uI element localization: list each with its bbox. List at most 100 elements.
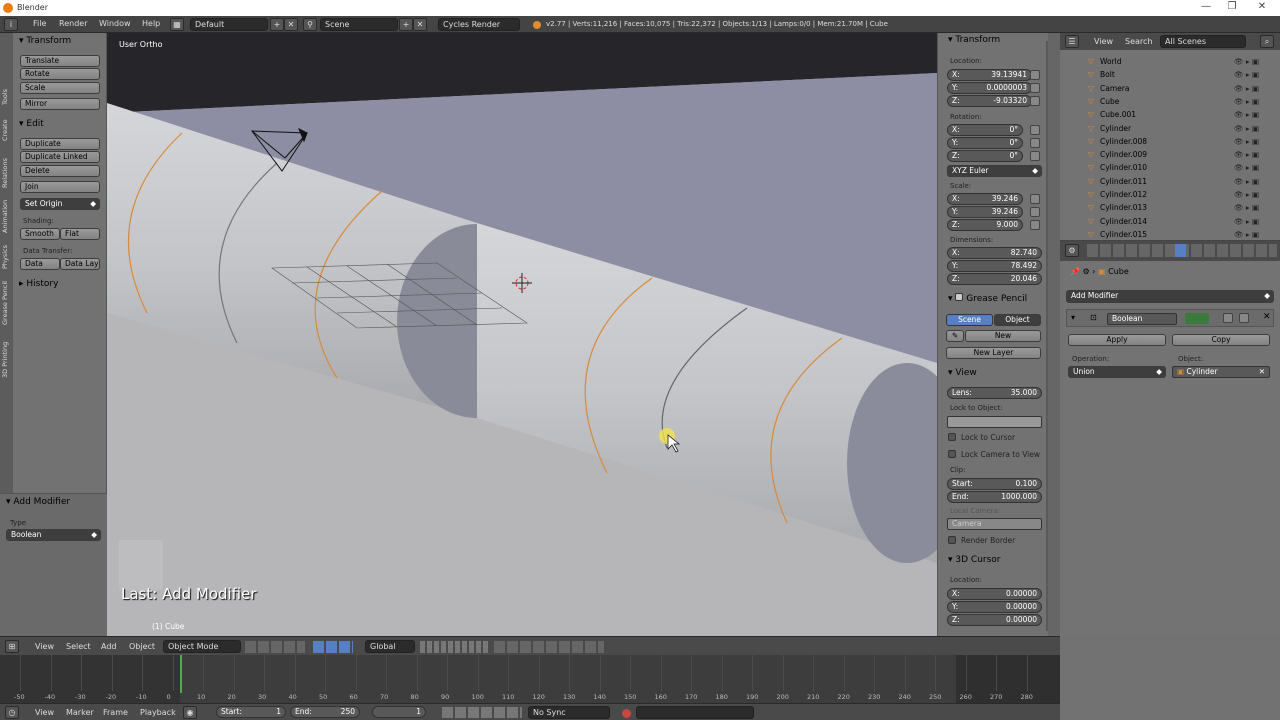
timeline-menu-frame[interactable]: Frame [103,708,128,717]
visibility-icons[interactable]: 👁 ▸ ▣ [1234,122,1259,135]
add-screen-icon[interactable]: + [270,18,284,31]
visibility-icons[interactable]: 👁 ▸ ▣ [1234,95,1259,108]
tab-create[interactable]: Create [1,119,9,141]
shading-pivot-buttons[interactable] [245,641,305,653]
render-border-checkbox[interactable] [948,536,956,544]
outliner-item[interactable]: ▽ Cube 👁 ▸ ▣ [1060,95,1280,108]
timeline-menu-playback[interactable]: Playback [140,708,176,717]
playback-controls[interactable] [442,707,522,718]
duplicate-linked-button[interactable]: Duplicate Linked [20,151,100,163]
visibility-icons[interactable]: 👁 ▸ ▣ [1234,68,1259,81]
cursor-z-field[interactable]: Z: 0.00000 [947,614,1042,626]
history-panel-header[interactable]: ▸ History [19,277,58,291]
layer-buttons[interactable] [420,641,490,653]
visibility-icons[interactable]: 👁 ▸ ▣ [1234,135,1259,148]
mode-dropdown[interactable]: Object Mode [163,640,241,653]
clip-start-field[interactable]: Start: 0.100 [947,478,1042,490]
clip-end-field[interactable]: End: 1000.000 [947,491,1042,503]
manipulator-buttons[interactable] [313,641,353,653]
scale-button[interactable]: Scale [20,82,100,94]
transform-props-header[interactable]: ▾ Transform [948,33,1000,47]
visibility-icons[interactable]: 👁 ▸ ▣ [1234,188,1259,201]
visibility-icons[interactable]: 👁 ▸ ▣ [1234,108,1259,121]
translate-button[interactable]: Translate [20,55,100,67]
tab-animation[interactable]: Animation [1,200,9,233]
close-icon[interactable]: ✕ [1252,1,1272,12]
modifier-visibility-toggles[interactable] [1185,313,1209,324]
location-y-field[interactable]: Y: 0.0000003 [947,82,1032,94]
snap-render-buttons[interactable] [494,641,604,653]
rotation-z-field[interactable]: Z: 0° [947,150,1023,162]
view-editor-type-icon[interactable]: ⊞ [5,640,19,653]
visibility-icons[interactable]: 👁 ▸ ▣ [1234,201,1259,214]
lock-icon[interactable] [1030,138,1040,148]
outliner-item[interactable]: ▽ Cylinder.014 👁 ▸ ▣ [1060,215,1280,228]
operation-dropdown[interactable]: Union ◆ [1068,366,1166,378]
modifier-tab-icon[interactable] [1175,244,1186,257]
outliner-editor-type-icon[interactable]: ☰ [1065,35,1079,48]
tab-grease-pencil[interactable]: Grease Pencil [1,281,9,325]
lock-icon[interactable] [1030,194,1040,204]
menu-help[interactable]: Help [142,19,160,28]
grease-pencil-header[interactable]: ▾ Grease Pencil [948,292,1027,306]
gp-pencil-icon[interactable]: ✎ [946,330,964,342]
outliner-item[interactable]: ▽ Bolt 👁 ▸ ▣ [1060,68,1280,81]
outliner-item[interactable]: ▽ Cylinder.015 👁 ▸ ▣ [1060,228,1280,241]
visibility-icons[interactable]: 👁 ▸ ▣ [1234,228,1259,241]
location-z-field[interactable]: Z: -9.03320 [947,95,1032,107]
screen-layout-field[interactable]: Default [190,18,268,31]
data-button[interactable]: Data [20,258,60,270]
menu-window[interactable]: Window [99,19,131,28]
delete-button[interactable]: Delete [20,165,100,177]
remove-scene-icon[interactable]: ✕ [413,18,427,31]
outliner-item[interactable]: ▽ Cylinder.009 👁 ▸ ▣ [1060,148,1280,161]
outliner-item[interactable]: ▽ Cube.001 👁 ▸ ▣ [1060,108,1280,121]
apply-button[interactable]: Apply [1068,334,1166,346]
duplicate-button[interactable]: Duplicate [20,138,100,150]
operator-panel-header[interactable]: ▾ Add Modifier [6,495,70,509]
screen-layout-icon[interactable]: ▦ [170,18,184,31]
outliner-item[interactable]: ▽ Cylinder.011 👁 ▸ ▣ [1060,175,1280,188]
tab-physics[interactable]: Physics [1,245,9,269]
set-origin-dropdown[interactable]: Set Origin ◆ [20,198,100,210]
lock-icon[interactable] [1030,125,1040,135]
object-field[interactable]: ▣ Cylinder ✕ [1172,366,1270,378]
add-modifier-dropdown[interactable]: Add Modifier ◆ [1066,290,1274,303]
edit-panel-header[interactable]: ▾ Edit [19,117,44,131]
modifier-type-dropdown[interactable]: Boolean ◆ [6,529,101,541]
orientation-dropdown[interactable]: Global [365,640,415,653]
scale-z-field[interactable]: Z: 9.000 [947,219,1023,231]
lock-camera-checkbox[interactable] [948,450,956,458]
dimensions-z-field[interactable]: Z: 20.046 [947,273,1042,285]
outliner-menu-search[interactable]: Search [1125,37,1152,46]
gp-new-layer-button[interactable]: New Layer [946,347,1041,359]
scene-field[interactable]: Scene [320,18,398,31]
timeline-editor-type-icon[interactable]: ◷ [5,706,19,719]
remove-screen-icon[interactable]: ✕ [284,18,298,31]
dimensions-x-field[interactable]: X: 82.740 [947,247,1042,259]
start-frame-field[interactable]: Start: 1 [216,706,286,718]
outliner-item[interactable]: ▽ Cylinder.012 👁 ▸ ▣ [1060,188,1280,201]
remove-modifier-icon[interactable]: ✕ [1263,312,1271,322]
current-frame-field[interactable]: 1 [372,706,426,718]
rotate-button[interactable]: Rotate [20,68,100,80]
lock-icon[interactable] [1030,220,1040,230]
tab-tools[interactable]: Tools [1,89,9,105]
outliner-item[interactable]: ▽ World 👁 ▸ ▣ [1060,55,1280,68]
flat-button[interactable]: Flat [60,228,100,240]
visibility-icons[interactable]: 👁 ▸ ▣ [1234,82,1259,95]
cursor-y-field[interactable]: Y: 0.00000 [947,601,1042,613]
menu-view[interactable]: View [35,642,54,651]
timeline-menu-view[interactable]: View [35,708,54,717]
move-down-icon[interactable] [1239,313,1249,323]
local-camera-field[interactable]: Camera [947,518,1042,530]
location-x-field[interactable]: X: 39.13941 [947,69,1032,81]
menu-add[interactable]: Add [101,642,117,651]
outliner-item[interactable]: ▽ Camera 👁 ▸ ▣ [1060,82,1280,95]
join-button[interactable]: Join [20,181,100,193]
visibility-icons[interactable]: 👁 ▸ ▣ [1234,175,1259,188]
gp-scene-button[interactable]: Scene [946,314,993,326]
lock-icon[interactable] [1030,151,1040,161]
clear-icon[interactable]: ✕ [1259,367,1265,377]
outliner-item[interactable]: ▽ Cylinder 👁 ▸ ▣ [1060,122,1280,135]
